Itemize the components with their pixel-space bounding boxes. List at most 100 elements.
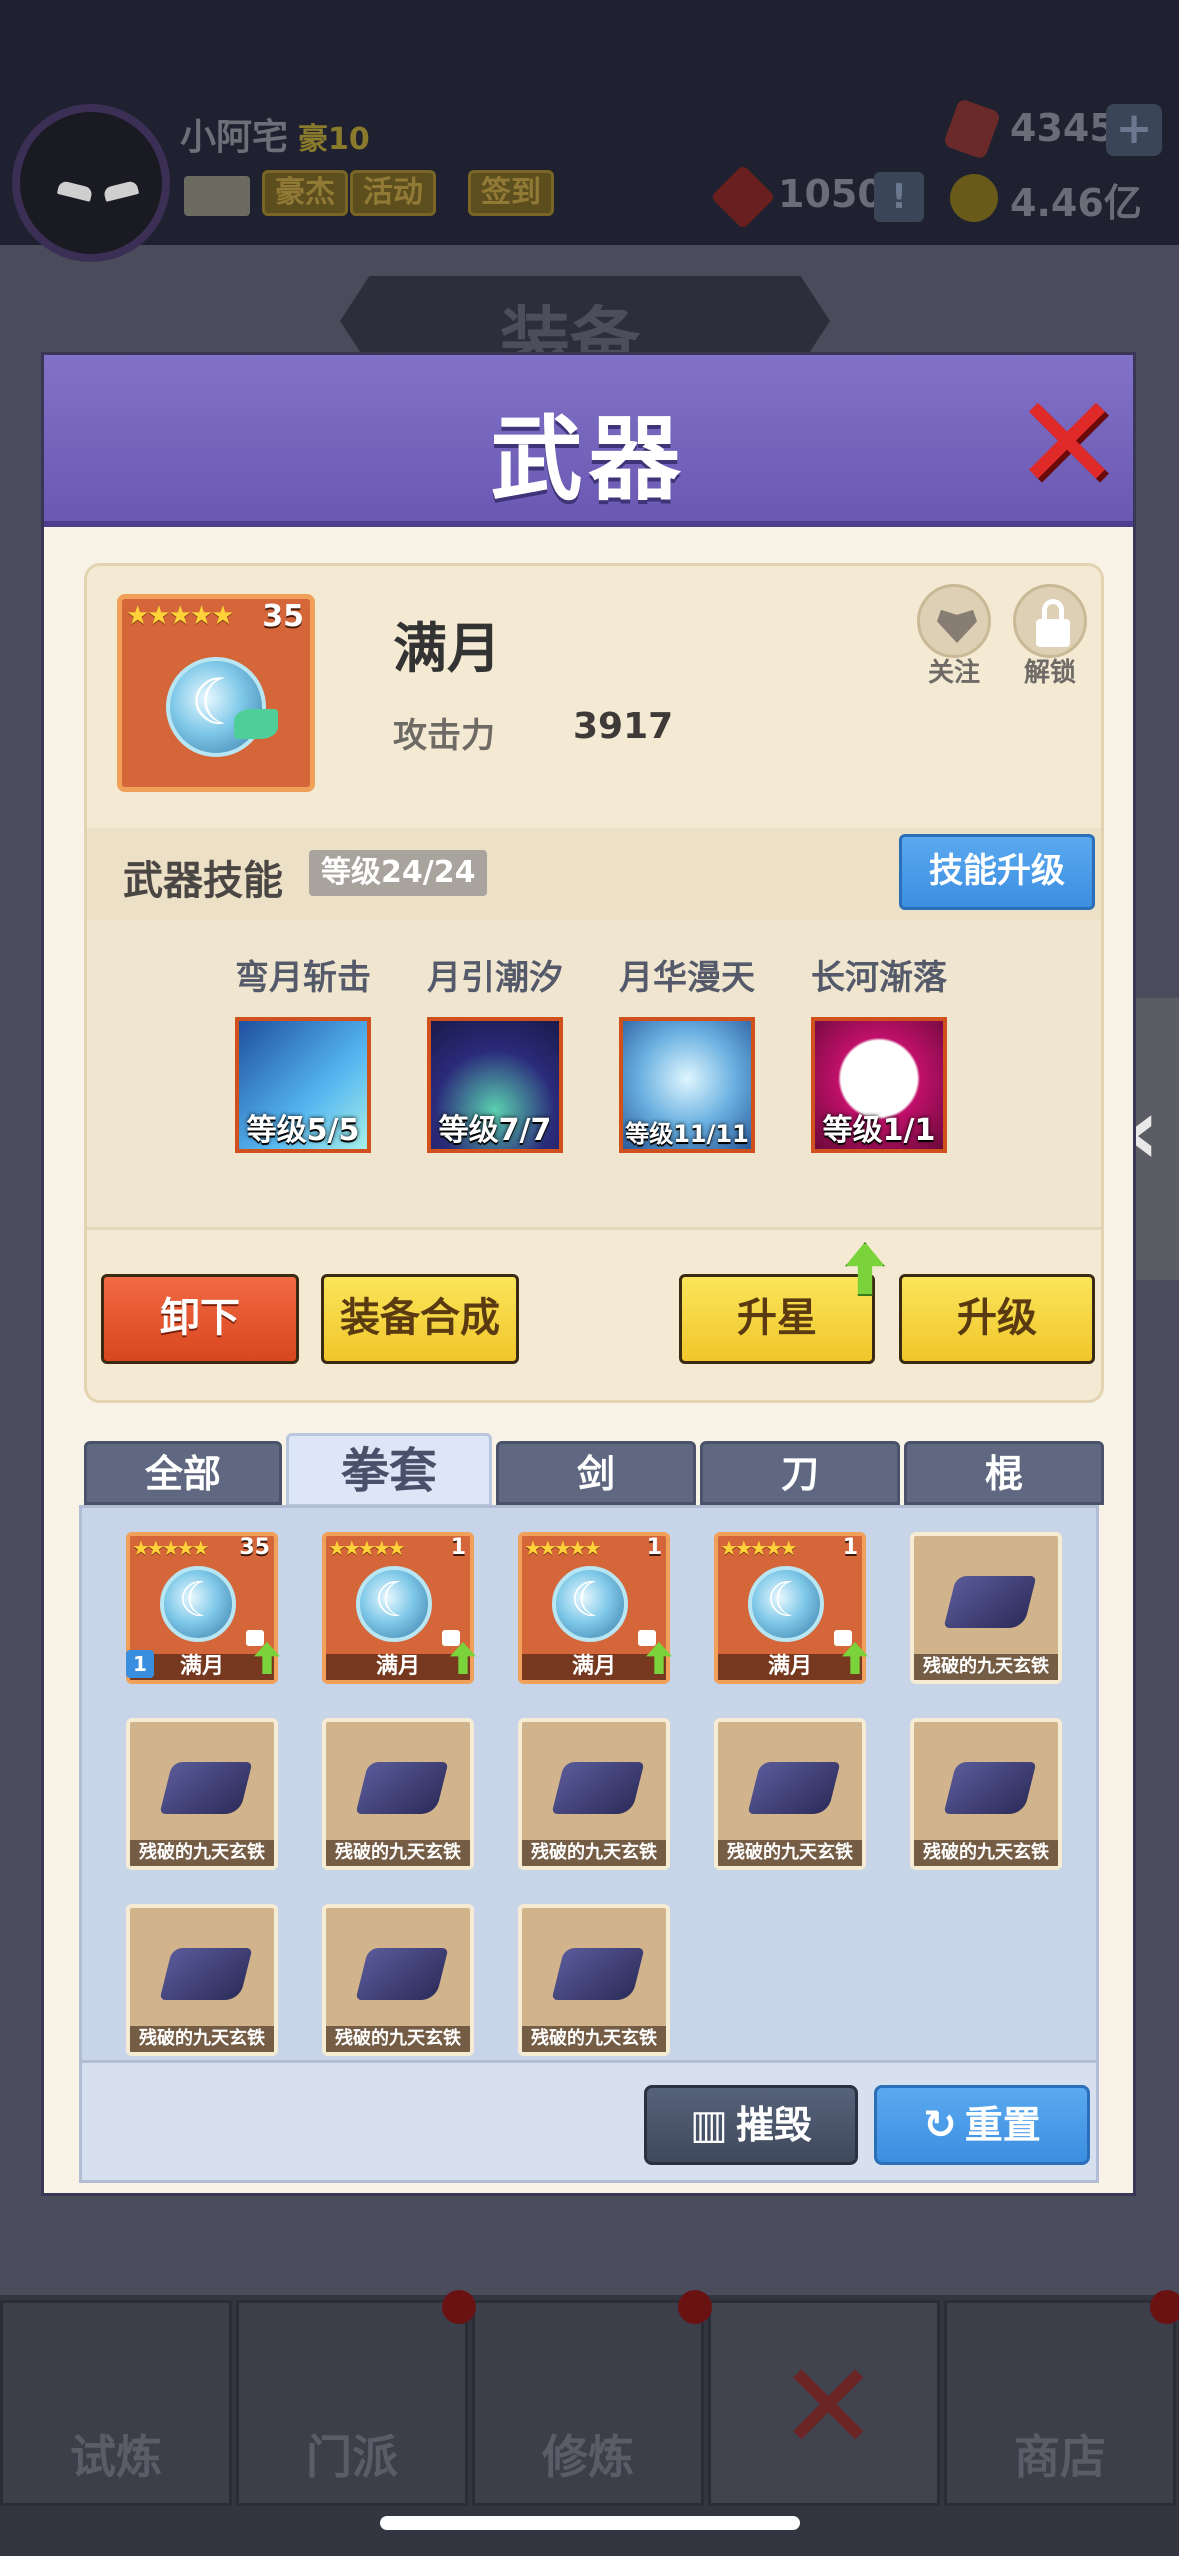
full-moon-icon: 等级1/1 — [811, 1017, 947, 1153]
skill-name: 长河渐落 — [811, 958, 947, 998]
unequip-button[interactable]: 卸下 — [101, 1274, 299, 1364]
item-level: 1 — [450, 1535, 466, 1560]
avatar-eye-left — [56, 180, 94, 202]
heart-icon — [937, 609, 977, 643]
token-count: 1050 — [778, 172, 884, 216]
follow-button[interactable]: 关注 — [911, 584, 997, 689]
alert-button[interactable]: ! — [874, 172, 924, 222]
inventory-material-item[interactable]: 残破的九天玄铁 — [518, 1904, 670, 2056]
item-level: 1 — [842, 1535, 858, 1560]
vip-level: 豪10 — [298, 122, 370, 157]
weapon-level: 35 — [262, 599, 304, 634]
nav-trial-label: 试炼 — [70, 2430, 162, 2484]
attack-value: 3917 — [573, 706, 674, 747]
gold-coin-icon — [950, 174, 998, 222]
nav-cultivate[interactable]: 修炼 — [472, 2300, 704, 2506]
inventory-material-item[interactable]: 残破的九天玄铁 — [126, 1904, 278, 2056]
inventory-material-item[interactable]: 残破的九天玄铁 — [126, 1718, 278, 1870]
inventory-weapon-item[interactable]: ★★★★★ 1 ☾ 满月 — [714, 1532, 868, 1684]
activity-button[interactable]: 活动 — [350, 170, 436, 216]
nav-sect[interactable]: 门派 — [236, 2300, 468, 2506]
skill-item[interactable]: 月引潮汐 等级7/7 — [415, 950, 575, 1153]
iron-ore-icon — [747, 1762, 841, 1814]
item-level: 1 — [646, 1535, 662, 1560]
reset-label: 重置 — [964, 2103, 1041, 2147]
iron-ore-icon — [159, 1948, 253, 2000]
player-avatar[interactable] — [12, 104, 170, 262]
dialog-header: 武器 ✕ — [44, 355, 1133, 527]
inventory-material-item[interactable]: 残破的九天玄铁 — [518, 1718, 670, 1870]
inventory-material-item[interactable]: 残破的九天玄铁 — [322, 1718, 474, 1870]
inventory-material-item[interactable]: 残破的九天玄铁 — [322, 1904, 474, 2056]
item-label: 满月 — [522, 1654, 666, 1680]
inventory-material-item[interactable]: 残破的九天玄铁 — [910, 1718, 1062, 1870]
nav-trial[interactable]: 试炼 — [0, 2300, 232, 2506]
skill-item[interactable]: 长河渐落 等级1/1 — [799, 950, 959, 1153]
inventory-weapon-item[interactable]: ★★★★★ 1 ☾ 满月 — [518, 1532, 672, 1684]
tab-gauntlet[interactable]: 拳套 — [286, 1433, 492, 1507]
destroy-button[interactable]: ▥ 摧毁 — [644, 2085, 858, 2165]
skill-section-title: 武器技能 — [123, 858, 283, 904]
trash-icon: ▥ — [690, 2102, 728, 2148]
jade-ornament-icon — [234, 709, 278, 739]
notification-dot — [1150, 2290, 1179, 2324]
tab-all[interactable]: 全部 — [84, 1441, 282, 1505]
attack-label: 攻击力 — [393, 716, 495, 756]
lock-icon — [834, 1630, 852, 1646]
close-button[interactable]: ✕ — [1012, 378, 1122, 508]
refresh-icon: ↻ — [923, 2102, 957, 2148]
crescent-moon-icon: ☾ — [570, 1572, 614, 1628]
nav-cultivate-label: 修炼 — [542, 2430, 634, 2484]
skill-item[interactable]: 月华漫天 等级11/11 — [607, 950, 767, 1153]
home-indicator[interactable] — [380, 2516, 800, 2530]
checkin-button[interactable]: 签到 — [468, 170, 554, 216]
lock-icon — [246, 1630, 264, 1646]
synthesize-button[interactable]: 装备合成 — [321, 1274, 519, 1364]
skill-level: 等级11/11 — [625, 1120, 749, 1148]
iron-ore-icon — [355, 1762, 449, 1814]
avatar-eye-right — [102, 180, 140, 202]
tab-sword[interactable]: 剑 — [496, 1441, 696, 1505]
star-rating: ★★★★★ — [132, 1536, 210, 1560]
iron-ore-icon — [551, 1762, 645, 1814]
inventory-material-item[interactable]: 残破的九天玄铁 — [714, 1718, 866, 1870]
item-label: 满月 — [718, 1654, 862, 1680]
iron-ore-icon — [943, 1762, 1037, 1814]
nav-shop[interactable]: 商店 — [944, 2300, 1176, 2506]
reset-button[interactable]: ↻ 重置 — [874, 2085, 1090, 2165]
weapon-portrait[interactable]: ★★★★★ 35 ☾ — [117, 594, 315, 792]
skill-level-badge: 等级24/24 — [309, 850, 488, 896]
crescent-slash-icon: 等级5/5 — [235, 1017, 371, 1153]
mail-icon[interactable] — [184, 176, 250, 216]
tab-blade[interactable]: 刀 — [700, 1441, 900, 1505]
star-rating: ★★★★★ — [720, 1536, 798, 1560]
item-label: 残破的九天玄铁 — [130, 1840, 274, 1866]
skill-name: 弯月斩击 — [235, 958, 371, 998]
add-gems-button[interactable]: + — [1106, 104, 1162, 156]
skill-name: 月引潮汐 — [427, 958, 563, 998]
inventory-weapon-item[interactable]: ★★★★★ 1 ☾ 满月 — [322, 1532, 476, 1684]
star-up-button[interactable]: 升星 — [679, 1274, 875, 1364]
iron-ore-icon — [551, 1948, 645, 2000]
skill-item[interactable]: 弯月斩击 等级5/5 — [223, 950, 383, 1153]
unlock-button[interactable]: 解锁 — [1007, 584, 1093, 689]
tab-staff[interactable]: 棍 — [904, 1441, 1104, 1505]
upgrade-button[interactable]: 升级 — [899, 1274, 1095, 1364]
item-label: 残破的九天玄铁 — [326, 2026, 470, 2052]
moon-spirit-icon: 等级11/11 — [619, 1017, 755, 1153]
inventory-material-item[interactable]: 残破的九天玄铁 — [910, 1532, 1062, 1684]
top-status-area — [0, 0, 1179, 245]
player-name: 小阿宅 — [180, 117, 289, 158]
skills-list: 弯月斩击 等级5/5 月引潮汐 等级7/7 月华漫天 等级11/11 长河渐落 — [87, 920, 1101, 1230]
weapon-name: 满月 — [393, 617, 501, 680]
hero-tag-button[interactable]: 豪杰 — [262, 170, 348, 216]
gold-count: 4.46亿 — [1010, 181, 1142, 225]
skill-upgrade-button[interactable]: 技能升级 — [899, 834, 1095, 910]
equipped-badge: 1 — [126, 1650, 154, 1678]
inventory-weapon-item[interactable]: ★★★★★ 35 ☾ 满月 1 — [126, 1532, 280, 1684]
weapon-info-panel: ★★★★★ 35 ☾ 满月 攻击力 3917 关注 解锁 武器技能 等级24/2… — [84, 563, 1104, 1403]
star-rating: ★★★★★ — [126, 601, 235, 631]
item-label: 残破的九天玄铁 — [130, 2026, 274, 2052]
dialog-title: 武器 — [490, 406, 687, 513]
unlock-circle — [1013, 584, 1087, 658]
